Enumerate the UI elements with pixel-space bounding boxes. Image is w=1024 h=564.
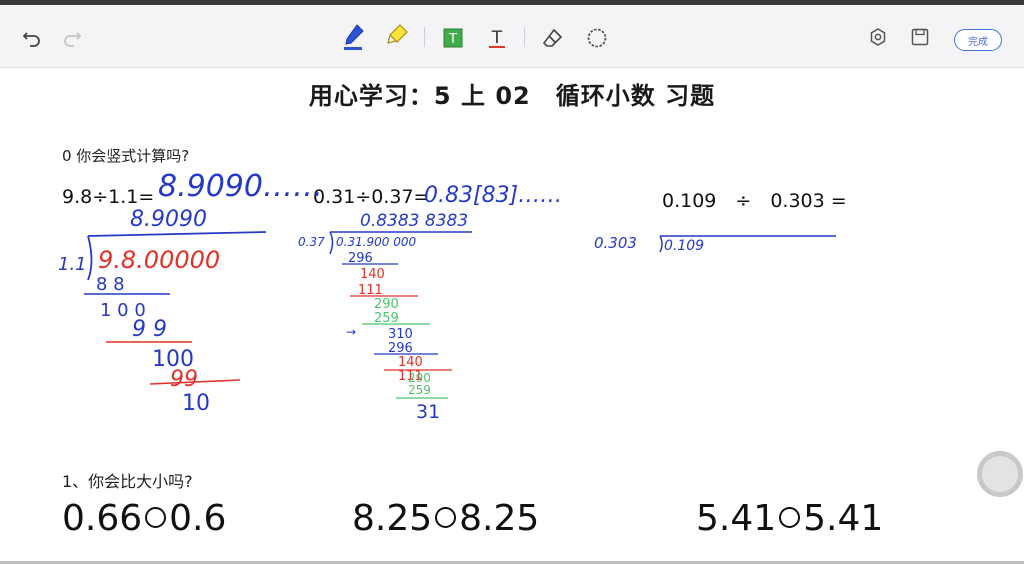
- ink-divisor-1: 1.1: [58, 254, 87, 275]
- ink-step-1e: 99: [170, 367, 198, 392]
- ink-divisor-2: 0.37: [298, 235, 325, 249]
- floating-assistive-button[interactable]: [977, 451, 1023, 497]
- ink-step-1a: 8 8: [96, 274, 125, 295]
- ink-arrow: →: [346, 325, 356, 339]
- ink-step-2h: 140: [398, 355, 423, 370]
- comparison-3: 5.41 5.41: [696, 498, 883, 539]
- compare-circle[interactable]: [145, 506, 167, 528]
- ink-step-1f: 10: [182, 391, 210, 416]
- comparison-1: 0.66 0.6: [62, 498, 226, 539]
- ink-quotient-1: 8.9090: [130, 207, 207, 232]
- comparison-left: 5.41: [696, 498, 777, 539]
- ink-step-2d: 290: [374, 297, 399, 312]
- ink-dividend-1: 9.8.00000: [98, 246, 220, 274]
- comparison-right: 8.25: [459, 498, 540, 539]
- compare-circle[interactable]: [779, 506, 801, 528]
- comparison-left: 0.66: [62, 498, 143, 539]
- ink-dividend-3: 0.109: [664, 238, 704, 254]
- comparison-2: 8.25 8.25: [352, 498, 539, 539]
- ink-answer-2: 0.83[83]……: [424, 183, 562, 208]
- ink-step-1c: 9 9: [132, 317, 167, 342]
- comparison-right: 5.41: [803, 498, 884, 539]
- question-1-label: 1、你会比大小吗?: [62, 472, 193, 491]
- ink-step-2f: 310: [388, 327, 413, 342]
- compare-circle[interactable]: [435, 506, 457, 528]
- ink-step-2l: 31: [416, 401, 440, 423]
- ink-answer-1: 8.9090……: [158, 169, 323, 204]
- ink-divisor-3: 0.303: [594, 234, 637, 252]
- ink-step-2k: 259: [408, 383, 431, 397]
- ink-dividend-2: 0.31.900 000: [336, 235, 417, 249]
- comparison-left: 8.25: [352, 498, 433, 539]
- comparison-right: 0.6: [169, 498, 227, 539]
- ink-step-2b: 140: [360, 267, 385, 282]
- ink-quotient-2: 0.8383 8383: [360, 211, 468, 231]
